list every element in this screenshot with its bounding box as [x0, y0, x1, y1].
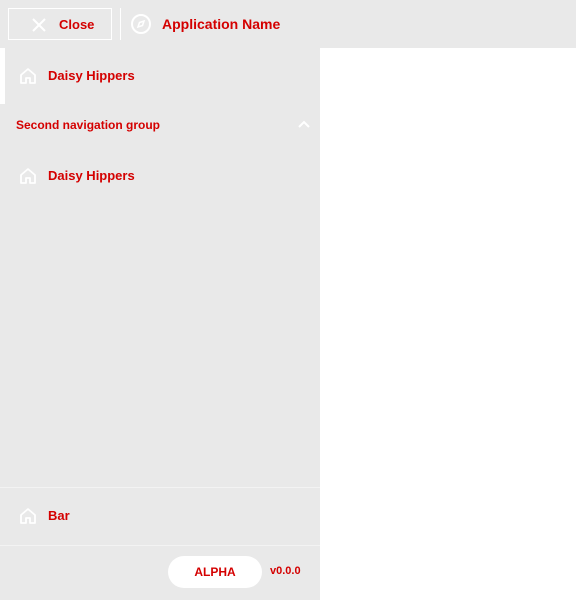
- version-label: v0.0.0: [270, 565, 301, 577]
- nav-group-label: Second navigation group: [16, 118, 161, 132]
- sidebar-item-daisy-hippers[interactable]: Daisy Hippers: [0, 48, 320, 104]
- close-icon: [32, 18, 46, 32]
- alpha-badge: ALPHA: [168, 556, 262, 588]
- sidebar-group-item-daisy-hippers[interactable]: Daisy Hippers: [0, 148, 320, 204]
- app-name: Application Name: [162, 16, 281, 32]
- top-bar: Close Application Name: [0, 0, 576, 48]
- main-content: [320, 48, 576, 600]
- nav-group-header[interactable]: Second navigation group: [0, 104, 320, 144]
- sidebar-item-label: Bar: [48, 508, 70, 523]
- top-bar-divider: [120, 8, 121, 40]
- compass-icon: [131, 14, 151, 34]
- sidebar: Daisy Hippers Second navigation group Da…: [0, 48, 320, 600]
- home-icon: [20, 168, 36, 184]
- close-button[interactable]: Close: [8, 8, 112, 40]
- close-button-label: Close: [59, 17, 95, 32]
- sidebar-item-bar[interactable]: Bar: [0, 488, 320, 544]
- sidebar-item-label: Daisy Hippers: [48, 168, 135, 183]
- sidebar-divider: [0, 545, 320, 546]
- home-icon: [20, 508, 36, 524]
- sidebar-item-label: Daisy Hippers: [48, 68, 135, 83]
- home-icon: [20, 68, 36, 84]
- chevron-up-icon: [298, 120, 310, 128]
